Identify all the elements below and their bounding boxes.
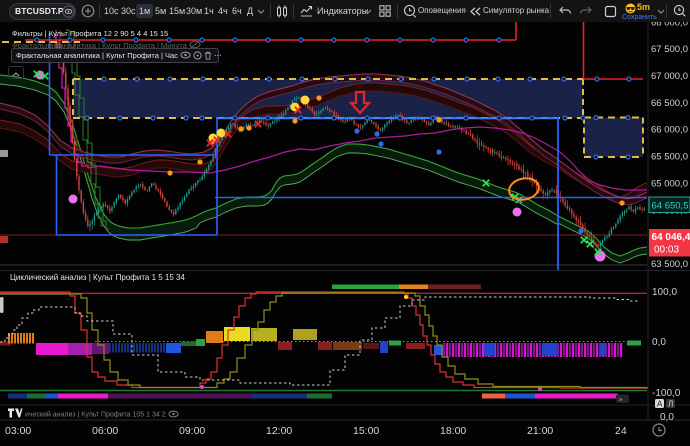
svg-text:03:00: 03:00	[5, 425, 31, 437]
svg-text:24: 24	[615, 425, 627, 437]
svg-text:0,0: 0,0	[652, 337, 666, 348]
svg-text:63 500,0: 63 500,0	[651, 259, 688, 270]
svg-text:64 650,5: 64 650,5	[652, 201, 689, 212]
svg-text:00:03: 00:03	[654, 245, 679, 256]
svg-text:66 500,0: 66 500,0	[651, 98, 688, 109]
svg-text:Л: Л	[668, 400, 673, 409]
svg-text:100,0: 100,0	[652, 287, 677, 298]
svg-text:65 000,0: 65 000,0	[651, 179, 688, 190]
svg-text:-100,0: -100,0	[652, 388, 681, 399]
svg-text:65 500,0: 65 500,0	[651, 152, 688, 163]
svg-text:06:00: 06:00	[92, 425, 118, 437]
svg-text:А: А	[657, 400, 663, 409]
svg-text:18:00: 18:00	[440, 425, 466, 437]
svg-text:21:00: 21:00	[527, 425, 553, 437]
svg-text:»: »	[619, 395, 623, 404]
svg-text:12:00: 12:00	[266, 425, 292, 437]
svg-text:15:00: 15:00	[353, 425, 379, 437]
svg-text:67 000,0: 67 000,0	[651, 71, 688, 82]
svg-text:64 046,4: 64 046,4	[652, 232, 690, 243]
svg-text:67 500,0: 67 500,0	[651, 44, 688, 55]
svg-text:09:00: 09:00	[179, 425, 205, 437]
svg-text:0,0: 0,0	[660, 412, 674, 423]
svg-text:66 000,0: 66 000,0	[651, 125, 688, 136]
